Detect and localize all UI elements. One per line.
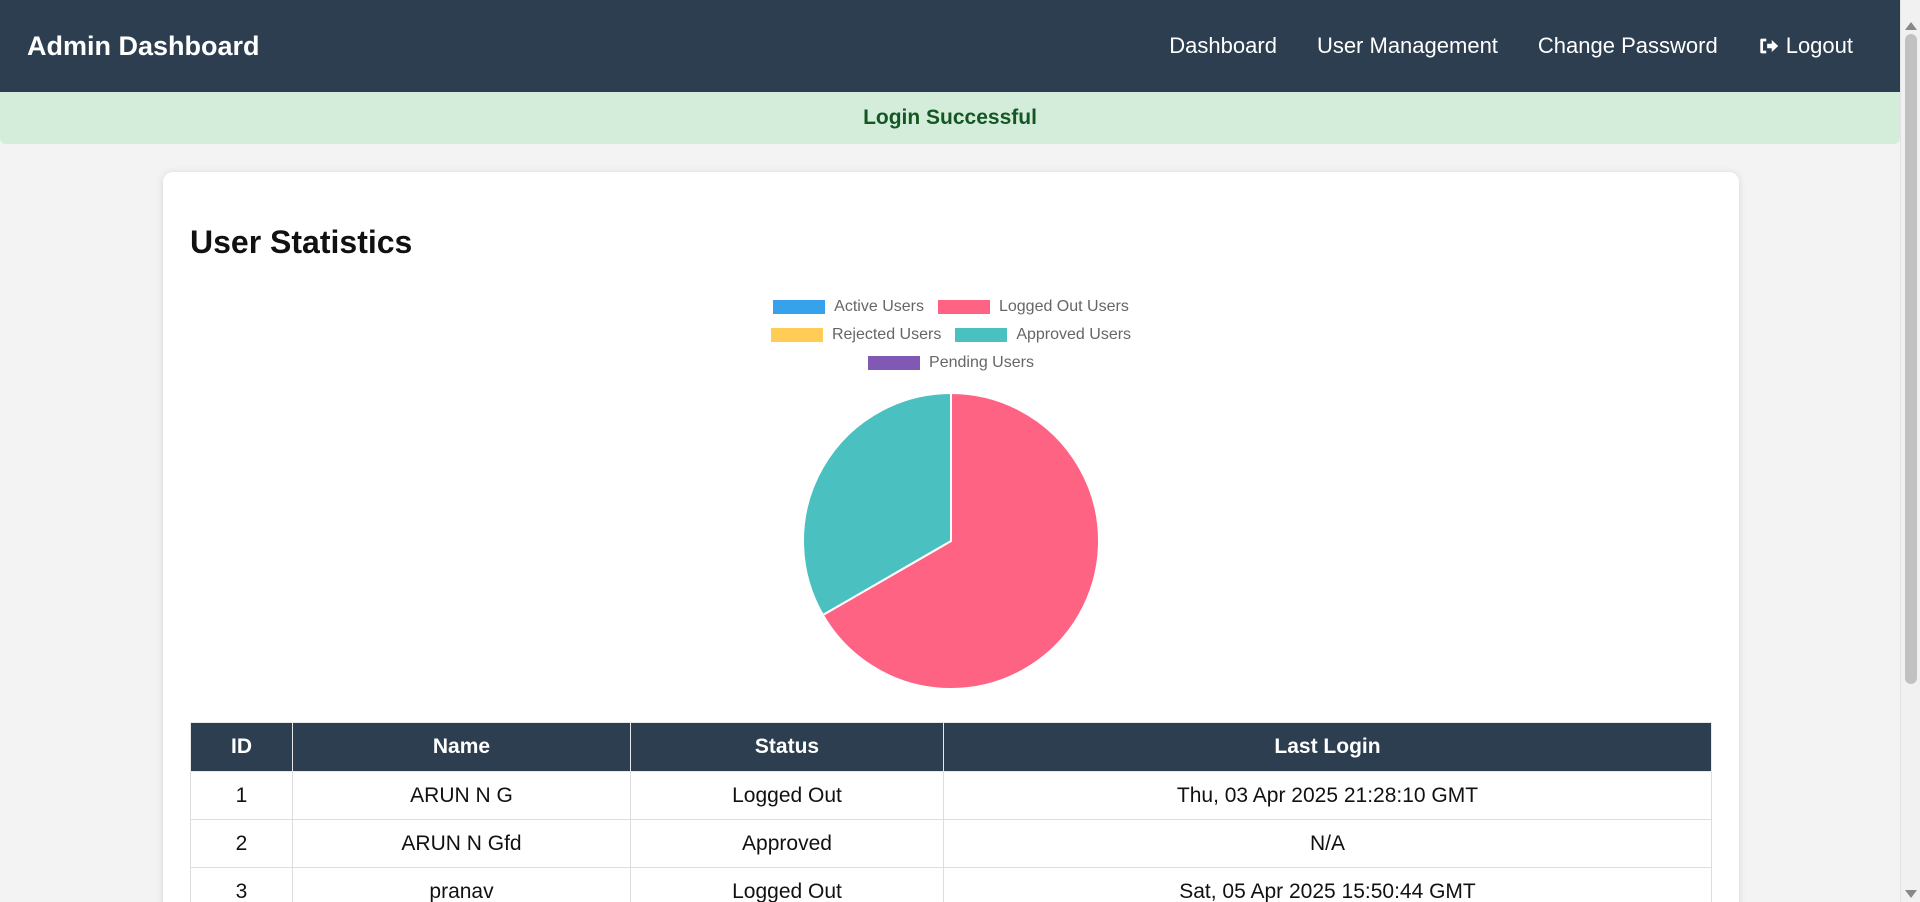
- alert-message: Login Successful: [863, 106, 1037, 129]
- table-row: 2 ARUN N Gfd Approved N/A: [190, 819, 1712, 868]
- column-header-last-login: Last Login: [943, 722, 1712, 772]
- page-title: User Statistics: [190, 224, 413, 260]
- column-header-id: ID: [190, 722, 293, 772]
- nav-link-user-management[interactable]: User Management: [1317, 33, 1498, 59]
- nav-link-change-password-label: Change Password: [1537, 33, 1718, 58]
- user-status-pie-chart: [802, 391, 1100, 690]
- legend-swatch: [868, 356, 921, 370]
- table-row: 3 pranav Logged Out Sat, 05 Apr 2025 15:…: [190, 867, 1712, 902]
- logout-button[interactable]: Logout: [1758, 33, 1853, 59]
- nav-link-change-password[interactable]: Change Password: [1538, 33, 1718, 59]
- cell-name: ARUN N Gfd: [292, 819, 631, 868]
- scroll-thumb[interactable]: [1905, 34, 1917, 684]
- cell-name: ARUN N G: [292, 771, 631, 820]
- nav-links: Dashboard User Management Change Passwor…: [1169, 33, 1873, 59]
- cell-id: 2: [190, 819, 293, 868]
- nav-link-dashboard-label: Dashboard: [1169, 33, 1277, 58]
- navbar: Admin Dashboard Dashboard User Managemen…: [0, 0, 1900, 92]
- legend-swatch: [937, 300, 990, 314]
- cell-last-login: Sat, 05 Apr 2025 15:50:44 GMT: [943, 867, 1712, 902]
- legend-item-approved-users[interactable]: Approved Users: [955, 326, 1131, 344]
- legend-swatch: [770, 328, 823, 342]
- brand-title[interactable]: Admin Dashboard: [27, 31, 260, 62]
- login-success-alert: Login Successful: [0, 92, 1900, 144]
- chart-legend: Active Users Logged Out Users Rejected U…: [163, 298, 1739, 372]
- legend-row: Rejected Users Approved Users: [770, 326, 1131, 344]
- legend-row: Pending Users: [868, 354, 1034, 372]
- scroll-down-arrow-icon[interactable]: [1905, 890, 1917, 898]
- logout-label: Logout: [1785, 33, 1853, 58]
- cell-id: 1: [190, 771, 293, 820]
- cell-last-login: N/A: [943, 819, 1712, 868]
- column-header-status: Status: [630, 722, 944, 772]
- column-header-name: Name: [292, 722, 631, 772]
- legend-label: Active Users: [834, 298, 924, 315]
- table-header-row: ID Name Status Last Login: [190, 722, 1712, 772]
- legend-item-rejected-users[interactable]: Rejected Users: [770, 326, 942, 344]
- nav-link-dashboard[interactable]: Dashboard: [1169, 33, 1277, 59]
- statistics-card: User Statistics Active Users Logged Out …: [163, 172, 1739, 902]
- legend-item-logged-out-users[interactable]: Logged Out Users: [937, 298, 1129, 316]
- sign-out-icon: [1759, 38, 1778, 54]
- cell-last-login: Thu, 03 Apr 2025 21:28:10 GMT: [943, 771, 1712, 820]
- legend-swatch: [955, 328, 1008, 342]
- legend-label: Approved Users: [1016, 326, 1132, 343]
- legend-label: Logged Out Users: [998, 298, 1129, 315]
- cell-status: Logged Out: [630, 771, 944, 820]
- cell-status: Approved: [630, 819, 944, 868]
- nav-link-user-management-label: User Management: [1316, 33, 1498, 58]
- cell-status: Logged Out: [630, 867, 944, 902]
- legend-label: Pending Users: [929, 354, 1034, 371]
- page-scrollbar[interactable]: [1900, 0, 1920, 902]
- legend-item-active-users[interactable]: Active Users: [773, 298, 924, 316]
- legend-row: Active Users Logged Out Users: [773, 298, 1129, 316]
- cell-name: pranav: [292, 867, 631, 902]
- legend-label: Rejected Users: [831, 326, 942, 343]
- scroll-up-arrow-icon[interactable]: [1905, 22, 1917, 30]
- user-table: ID Name Status Last Login 1 ARUN N G Log…: [190, 722, 1712, 902]
- table-row: 1 ARUN N G Logged Out Thu, 03 Apr 2025 2…: [190, 771, 1712, 820]
- legend-swatch: [773, 300, 826, 314]
- legend-item-pending-users[interactable]: Pending Users: [868, 354, 1034, 372]
- cell-id: 3: [190, 867, 293, 902]
